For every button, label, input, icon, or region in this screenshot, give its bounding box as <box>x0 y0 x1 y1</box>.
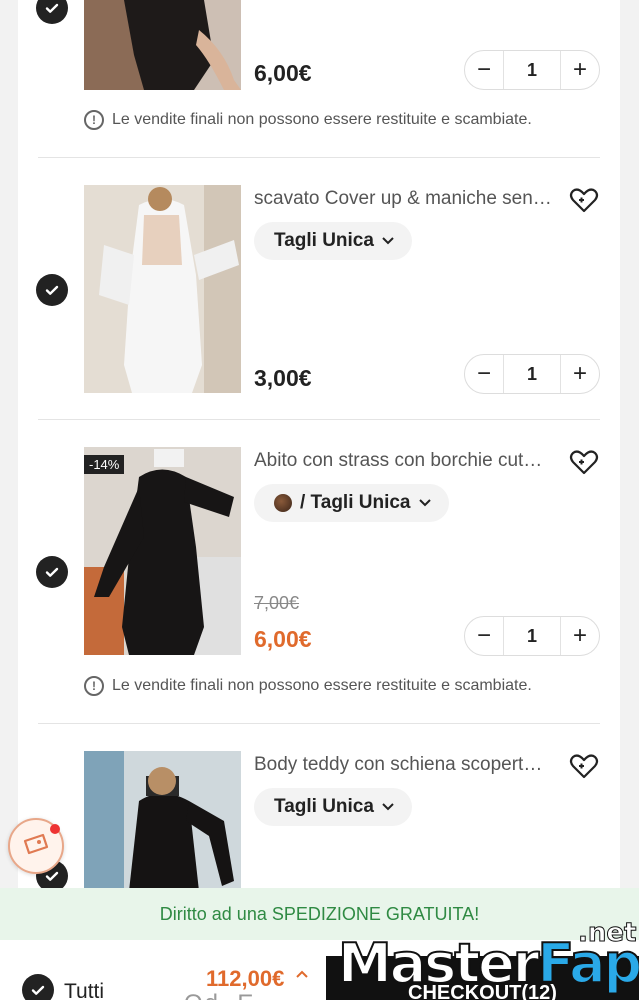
item-select-checkbox[interactable] <box>36 0 68 24</box>
increase-button[interactable]: + <box>561 617 599 655</box>
cart-item: 6,00€ − 1 + ! Le vendite finali non poss… <box>18 0 620 158</box>
cart-item: scavato Cover up & maniche sen… Tagli Un… <box>18 158 620 420</box>
cart-item: -14% Abito con strass con borchie cut… /… <box>18 420 620 724</box>
heart-plus-icon[interactable] <box>569 752 599 780</box>
quantity-value[interactable]: 1 <box>503 355 561 393</box>
option-selector[interactable]: Tagli Unica <box>254 222 412 260</box>
check-icon <box>45 3 59 13</box>
final-sale-notice: ! Le vendite finali non possono essere r… <box>84 110 532 130</box>
quantity-value[interactable]: 1 <box>503 51 561 89</box>
option-selector[interactable]: / Tagli Unica <box>254 484 449 522</box>
product-image[interactable]: -14% <box>84 447 241 655</box>
chevron-down-icon <box>382 803 394 811</box>
item-price: 6,00€ <box>254 626 312 652</box>
info-icon: ! <box>84 676 104 696</box>
quantity-stepper: − 1 + <box>464 616 600 656</box>
item-title[interactable]: Abito con strass con borchie cut… <box>254 450 554 472</box>
increase-button[interactable]: + <box>561 355 599 393</box>
increase-button[interactable]: + <box>561 51 599 89</box>
cart-total[interactable]: 112,00€ <box>206 966 284 992</box>
notice-text: Le vendite finali non possono essere res… <box>112 111 532 128</box>
product-image[interactable] <box>84 0 241 90</box>
coupon-button[interactable] <box>8 818 64 874</box>
option-label: Tagli Unica <box>274 796 374 817</box>
discount-badge: -14% <box>84 455 125 474</box>
notification-dot <box>50 824 60 834</box>
chevron-down-icon <box>418 499 431 507</box>
check-icon <box>31 985 45 995</box>
quantity-stepper: − 1 + <box>464 354 600 394</box>
cart-item: Body teddy con schiena scopert… Tagli Un… <box>18 724 620 892</box>
heart-plus-icon[interactable] <box>569 186 599 214</box>
product-image[interactable] <box>84 185 241 393</box>
select-all-label[interactable]: Tutti <box>64 980 104 1000</box>
item-price: 3,00€ <box>254 365 312 391</box>
watermark-suffix: .net <box>577 918 637 949</box>
option-selector[interactable]: Tagli Unica <box>254 788 412 826</box>
heart-plus-icon[interactable] <box>569 448 599 476</box>
decrease-button[interactable]: − <box>465 51 503 89</box>
final-sale-notice: ! Le vendite finali non possono essere r… <box>84 676 532 696</box>
option-label: / Tagli Unica <box>300 492 411 513</box>
item-price: 6,00€ <box>254 60 312 86</box>
cart-page: 6,00€ − 1 + ! Le vendite finali non poss… <box>0 0 639 1000</box>
cart-list: 6,00€ − 1 + ! Le vendite finali non poss… <box>18 0 620 892</box>
item-title[interactable]: Body teddy con schiena scopert… <box>254 754 554 776</box>
product-image[interactable] <box>84 751 241 891</box>
check-icon <box>45 567 59 577</box>
chevron-down-icon <box>382 237 394 245</box>
color-swatch <box>274 494 292 512</box>
check-icon <box>45 285 59 295</box>
select-all-checkbox[interactable] <box>22 974 54 1000</box>
info-icon: ! <box>84 110 104 130</box>
quantity-stepper: − 1 + <box>464 50 600 90</box>
original-price: 7,00€ <box>254 593 300 613</box>
chevron-up-icon[interactable] <box>296 970 308 978</box>
total-subline: Od. E <box>184 990 255 1000</box>
item-select-checkbox[interactable] <box>36 556 68 588</box>
item-select-checkbox[interactable] <box>36 274 68 306</box>
decrease-button[interactable]: − <box>465 355 503 393</box>
item-title[interactable]: scavato Cover up & maniche sen… <box>254 188 554 210</box>
decrease-button[interactable]: − <box>465 617 503 655</box>
quantity-value[interactable]: 1 <box>503 617 561 655</box>
notice-text: Le vendite finali non possono essere res… <box>112 677 532 694</box>
coupon-icon <box>23 833 49 855</box>
option-label: Tagli Unica <box>274 230 374 251</box>
watermark-part1: Master <box>337 931 540 996</box>
